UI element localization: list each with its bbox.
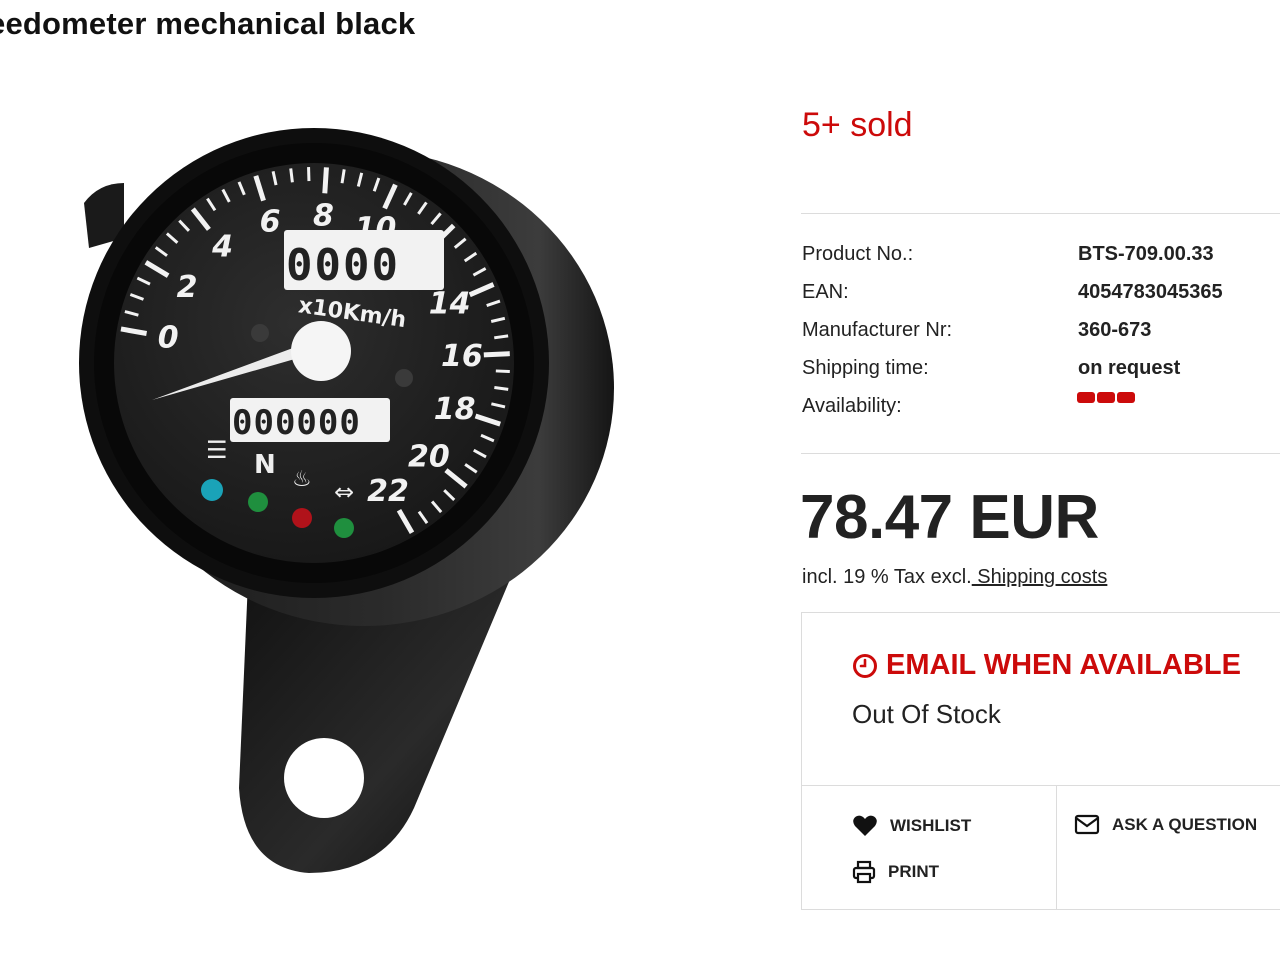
detail-value: 360-673 <box>1078 319 1152 341</box>
wishlist-button[interactable]: WISHLIST <box>852 814 971 838</box>
indicator-light-red <box>292 508 312 528</box>
product-image[interactable]: 0246810121416182022 0000 x10Km/h 000000 … <box>64 88 648 878</box>
face-screw <box>395 369 413 387</box>
gauge-tick <box>494 334 509 340</box>
printer-icon <box>852 860 876 884</box>
svg-text:♨: ♨ <box>292 467 312 492</box>
actions-divider <box>1056 786 1057 910</box>
divider <box>801 453 1280 454</box>
wishlist-label: WISHLIST <box>890 816 972 835</box>
gauge-scale-label: 14 <box>429 287 471 322</box>
gauge-scale-label: 8 <box>313 198 334 233</box>
divider <box>801 213 1280 214</box>
print-button[interactable]: PRINT <box>852 860 939 884</box>
gauge-scale-label: 4 <box>211 230 233 265</box>
gauge-scale-label: 20 <box>408 439 450 474</box>
gauge-scale-label: 16 <box>441 339 483 374</box>
detail-label: Product No.: <box>802 243 914 265</box>
indicator-light-blue <box>201 479 223 501</box>
gauge-scale-label: 6 <box>260 205 281 240</box>
detail-row-availability: Availability: <box>802 395 1280 433</box>
detail-label: Shipping time: <box>802 357 929 379</box>
gauge-scale-label: 2 <box>177 270 198 305</box>
detail-row-product-no: Product No.: BTS-709.00.33 <box>802 243 1280 281</box>
product-actions: WISHLIST PRINT ASK A QUESTION <box>802 785 1280 911</box>
detail-label: Availability: <box>802 395 902 417</box>
stock-panel: EMAIL WHEN AVAILABLE Out Of Stock WISHLI… <box>801 612 1280 910</box>
bracket-hole <box>284 738 364 818</box>
gauge-tick <box>483 351 510 358</box>
detail-row-ean: EAN: 4054783045365 <box>802 281 1280 319</box>
product-details: Product No.: BTS-709.00.33 EAN: 40547830… <box>802 243 1280 433</box>
indicator-light-green <box>334 518 354 538</box>
detail-row-shipping-time: Shipping time: on request <box>802 357 1280 395</box>
detail-value: BTS-709.00.33 <box>1078 243 1214 265</box>
face-screw <box>251 324 269 342</box>
clock-icon <box>853 653 877 678</box>
sold-count: 5+ sold <box>802 106 913 144</box>
gauge-tick <box>495 369 510 374</box>
gauge-scale-label: 18 <box>434 392 476 427</box>
gauge-tick <box>340 169 346 184</box>
print-label: PRINT <box>888 862 939 881</box>
detail-label: EAN: <box>802 281 849 303</box>
detail-value: 4054783045365 <box>1078 281 1223 303</box>
email-when-available-button[interactable]: EMAIL WHEN AVAILABLE <box>852 649 1241 682</box>
ask-question-button[interactable]: ASK A QUESTION <box>1074 814 1257 836</box>
odometer-counter: 000000 <box>232 403 361 443</box>
speedometer-image: 0246810121416182022 0000 x10Km/h 000000 … <box>79 128 614 873</box>
tax-note: incl. 19 % Tax excl. Shipping costs <box>802 566 1107 589</box>
gauge-scale-label: 22 <box>367 474 409 509</box>
product-price: 78.47 EUR <box>800 483 1099 552</box>
envelope-icon <box>1074 814 1100 835</box>
availability-indicator <box>1077 392 1135 403</box>
gauge-tick <box>322 167 329 194</box>
needle-hub <box>291 321 351 381</box>
detail-row-manufacturer-nr: Manufacturer Nr: 360-673 <box>802 319 1280 357</box>
shipping-costs-link[interactable]: Shipping costs <box>972 566 1107 588</box>
svg-text:N: N <box>254 450 276 480</box>
gauge-tick <box>494 385 509 391</box>
gauge-scale-label: 0 <box>158 320 179 355</box>
trip-counter: 0000 <box>286 240 400 291</box>
product-title: eedometer mechanical black <box>0 6 416 41</box>
stock-status: Out Of Stock <box>852 699 1001 729</box>
svg-text:⇔: ⇔ <box>334 478 354 506</box>
detail-label: Manufacturer Nr: <box>802 319 953 341</box>
svg-text:☰: ☰ <box>206 436 228 464</box>
indicator-light-green <box>248 492 268 512</box>
tax-text: incl. 19 % Tax excl. <box>802 566 972 588</box>
gauge-tick <box>289 168 294 183</box>
email-when-available-label: EMAIL WHEN AVAILABLE <box>886 649 1241 681</box>
heart-icon <box>853 815 877 836</box>
detail-value: on request <box>1078 357 1181 379</box>
ask-question-label: ASK A QUESTION <box>1112 815 1258 834</box>
